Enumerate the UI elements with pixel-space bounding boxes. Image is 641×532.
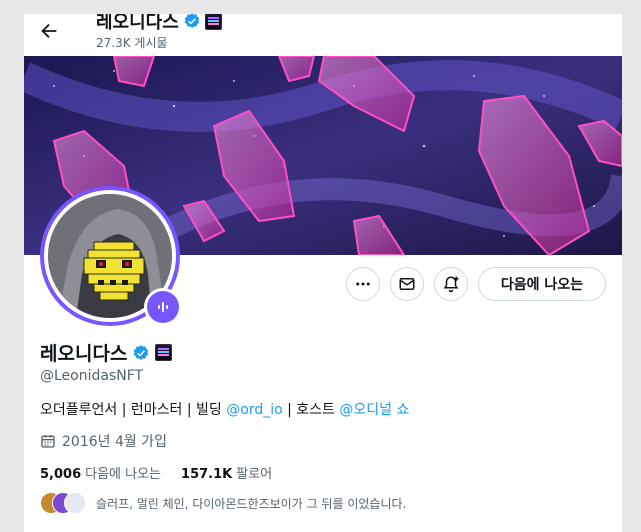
bio-mention-link[interactable]: @오디널 쇼: [339, 402, 409, 418]
followed-by-avatars: [40, 492, 88, 514]
back-button[interactable]: [38, 20, 60, 42]
affiliate-badge-icon[interactable]: [204, 14, 222, 30]
following-link[interactable]: 5,006 다음에 나오는: [40, 463, 161, 482]
followers-count: 157.1K: [181, 467, 233, 482]
verified-icon: [184, 14, 200, 28]
message-button[interactable]: [390, 267, 424, 301]
join-date-text: 2016년 4월 가입: [62, 434, 167, 450]
live-audio-icon: [158, 302, 168, 312]
join-date: 2016년 4월 가입: [40, 431, 167, 451]
header-title: 레오니다스: [96, 14, 222, 34]
following-label: 다음에 나오는: [85, 467, 162, 482]
bio-text: 오더플루언서 | 런마스터 | 빌딩: [40, 402, 227, 418]
followed-by[interactable]: 슬러프, 멀린 체인, 다이아몬드한즈보이가 그 뒤를 이었습니다.: [40, 492, 406, 514]
display-name: 레오니다스: [40, 343, 128, 365]
bio-text: | 호스트: [282, 402, 340, 418]
more-button[interactable]: [346, 267, 380, 301]
post-count: 27.3K 게시물: [96, 36, 168, 50]
following-count: 5,006: [40, 467, 82, 482]
following-button[interactable]: 다음에 나오는: [478, 267, 606, 301]
avatar: [64, 492, 86, 514]
more-icon: [356, 282, 370, 286]
profile-page: 레오니다스 27.3K 게시물 다음에 나오는 레오니다스 @LeonidasN…: [24, 14, 622, 532]
calendar-icon: [41, 435, 55, 448]
notification-add-icon: [443, 276, 459, 293]
followed-by-text: 슬러프, 멀린 체인, 다이아몬드한즈보이가 그 뒤를 이었습니다.: [96, 496, 407, 511]
followers-link[interactable]: 157.1K 팔로어: [181, 463, 272, 482]
followers-label: 팔로어: [236, 467, 273, 482]
profile-bio: 오더플루언서 | 런마스터 | 빌딩 @ord_io | 호스트 @오디널 쇼: [40, 399, 409, 419]
notifications-button[interactable]: [434, 267, 468, 301]
bio-mention-link[interactable]: @ord_io: [226, 402, 282, 418]
follow-stats: 5,006 다음에 나오는 157.1K 팔로어: [40, 463, 272, 482]
back-arrow-icon: [41, 23, 57, 39]
profile-header: 레오니다스 27.3K 게시물: [24, 14, 622, 56]
profile-name-row: 레오니다스: [40, 339, 173, 366]
header-name: 레오니다스: [96, 14, 179, 33]
verified-icon[interactable]: [132, 344, 150, 362]
affiliate-badge-icon[interactable]: [155, 344, 173, 361]
message-icon: [399, 278, 415, 290]
live-audio-badge[interactable]: [144, 288, 182, 326]
profile-handle: @LeonidasNFT: [40, 368, 144, 384]
